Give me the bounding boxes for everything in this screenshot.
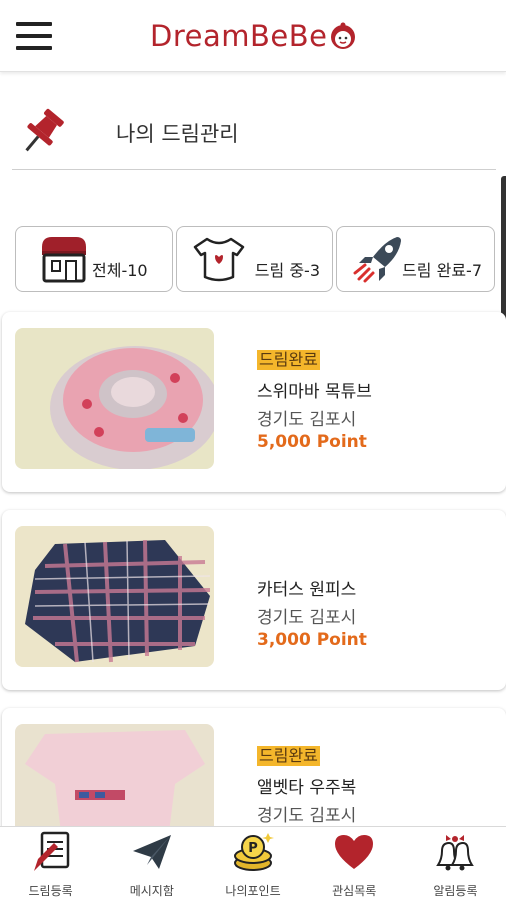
menu-icon[interactable] — [16, 20, 54, 54]
nav-register-label: 드림등록 — [28, 884, 73, 898]
item-photo — [15, 328, 214, 469]
item-points: 3,000 Point — [257, 630, 367, 650]
nav-notifications-label: 알림등록 — [433, 884, 478, 898]
pushpin-icon — [25, 108, 64, 152]
heart-icon — [335, 835, 374, 869]
filter-in-progress-button[interactable]: 드림 중-3 — [176, 226, 333, 292]
nav-messages-label: 메시지함 — [129, 884, 174, 898]
filter-tabs: 전체-10 드림 중-3 드림 완료-7 — [15, 226, 495, 292]
swim-ring-image — [15, 328, 214, 469]
item-title: 카터스 원피스 — [257, 580, 357, 600]
bell-icon — [436, 835, 475, 871]
rocket-icon — [353, 237, 401, 283]
app-logo[interactable]: DreamBeBe — [150, 14, 358, 58]
baby-onesie-icon — [193, 237, 245, 282]
list-item[interactable]: 드림완료 스위마바 목튜브 경기도 김포시 5,000 Point — [2, 312, 506, 492]
section-header: 나의 드림관리 — [12, 96, 496, 170]
filter-done-label: 드림 완료-7 — [402, 261, 482, 280]
paper-plane-icon — [132, 835, 171, 869]
nav-favorites[interactable]: 관심목록 — [304, 827, 405, 900]
nav-my-points-label: 나의포인트 — [225, 884, 281, 898]
nav-favorites-label: 관심목록 — [332, 884, 377, 898]
item-location: 경기도 김포시 — [257, 806, 357, 826]
baby-face-logo-icon — [331, 22, 356, 49]
side-scroll-indicator[interactable] — [501, 176, 506, 326]
filter-done-button[interactable]: 드림 완료-7 — [336, 226, 495, 292]
register-note-icon — [33, 831, 69, 871]
nav-notifications[interactable]: 알림등록 — [405, 827, 506, 900]
top-app-bar: DreamBeBe — [0, 0, 506, 72]
item-title: 앨벳타 우주복 — [257, 778, 357, 798]
filter-all-button[interactable]: 전체-10 — [15, 226, 173, 292]
coin-points-icon: P — [234, 833, 274, 871]
filter-all-label: 전체-10 — [92, 261, 148, 280]
nav-my-points[interactable]: P 나의포인트 — [202, 827, 303, 900]
status-badge: 드림완료 — [257, 746, 320, 766]
filter-in-progress-label: 드림 중-3 — [254, 261, 320, 280]
nav-messages[interactable]: 메시지함 — [101, 827, 202, 900]
item-location: 경기도 김포시 — [257, 608, 357, 628]
bottom-navigation: 드림등록 메시지함 P 나의포인트 관심목록 알림등록 — [0, 826, 506, 900]
logo-text: DreamBeBe — [150, 19, 328, 53]
section-title: 나의 드림관리 — [116, 122, 239, 146]
plaid-dress-image — [15, 526, 214, 667]
list-item[interactable]: 카터스 원피스 경기도 김포시 3,000 Point — [2, 510, 506, 690]
item-photo — [15, 526, 214, 667]
status-badge: 드림완료 — [257, 350, 320, 370]
item-title: 스위마바 목튜브 — [257, 382, 372, 402]
svg-text:P: P — [248, 841, 258, 856]
nav-register[interactable]: 드림등록 — [0, 827, 101, 900]
item-location: 경기도 김포시 — [257, 410, 357, 430]
shop-icon — [42, 237, 86, 283]
item-points: 5,000 Point — [257, 432, 367, 452]
